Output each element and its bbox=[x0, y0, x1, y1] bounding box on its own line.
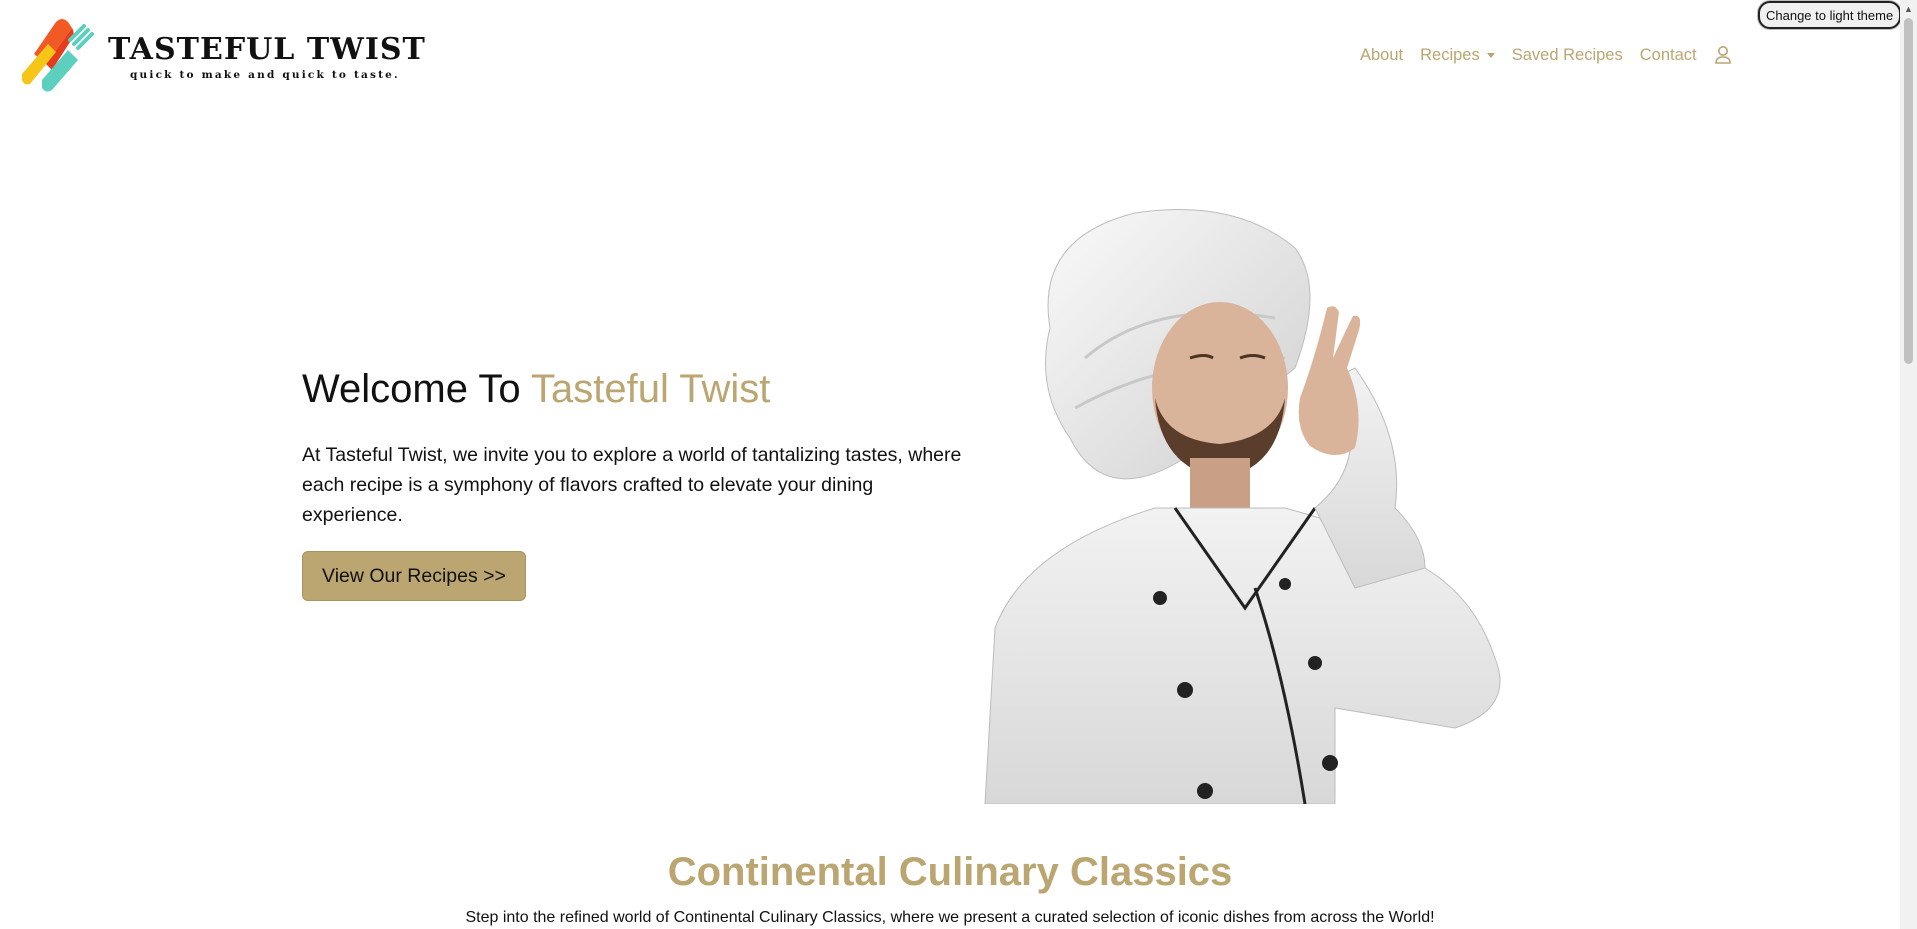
change-theme-button[interactable]: Change to light theme bbox=[1758, 1, 1902, 29]
page-scrollbar[interactable]: ▲ bbox=[1900, 0, 1917, 929]
user-icon[interactable] bbox=[1714, 45, 1732, 65]
nav-recipes-dropdown[interactable]: Recipes bbox=[1420, 46, 1495, 65]
brand-tagline: quick to make and quick to taste. bbox=[130, 69, 400, 81]
scroll-thumb[interactable] bbox=[1904, 18, 1913, 364]
scroll-up-arrow-icon[interactable]: ▲ bbox=[1900, 0, 1917, 17]
hero-description: At Tasteful Twist, we invite you to expl… bbox=[302, 444, 962, 526]
section-title: Continental Culinary Classics bbox=[667, 850, 1233, 894]
hero-title-plain: Welcome To bbox=[302, 367, 532, 411]
main-nav: About Recipes Saved Recipes Contact bbox=[1360, 40, 1732, 70]
fork-spoon-logo-icon bbox=[22, 19, 94, 92]
hero-title: Welcome To Tasteful Twist bbox=[302, 360, 982, 418]
brand-name: TASTEFUL TWIST bbox=[108, 32, 426, 67]
view-recipes-button[interactable]: View Our Recipes >> bbox=[302, 551, 526, 601]
nav-about-link[interactable]: About bbox=[1360, 46, 1403, 65]
nav-saved-recipes-link[interactable]: Saved Recipes bbox=[1512, 46, 1623, 65]
nav-recipes-label: Recipes bbox=[1420, 45, 1480, 64]
brand-logo[interactable]: TASTEFUL TWIST quick to make and quick t… bbox=[12, 14, 425, 98]
hero-section: Welcome To Tasteful Twist At Tasteful Tw… bbox=[302, 360, 982, 530]
chef-photo bbox=[984, 209, 1501, 804]
section-description: Step into the refined world of Continent… bbox=[465, 909, 1435, 926]
caret-down-icon bbox=[1486, 52, 1495, 58]
navbar: TASTEFUL TWIST quick to make and quick t… bbox=[0, 0, 1900, 110]
nav-contact-link[interactable]: Contact bbox=[1640, 46, 1697, 65]
hero-title-accent: Tasteful Twist bbox=[531, 367, 771, 411]
